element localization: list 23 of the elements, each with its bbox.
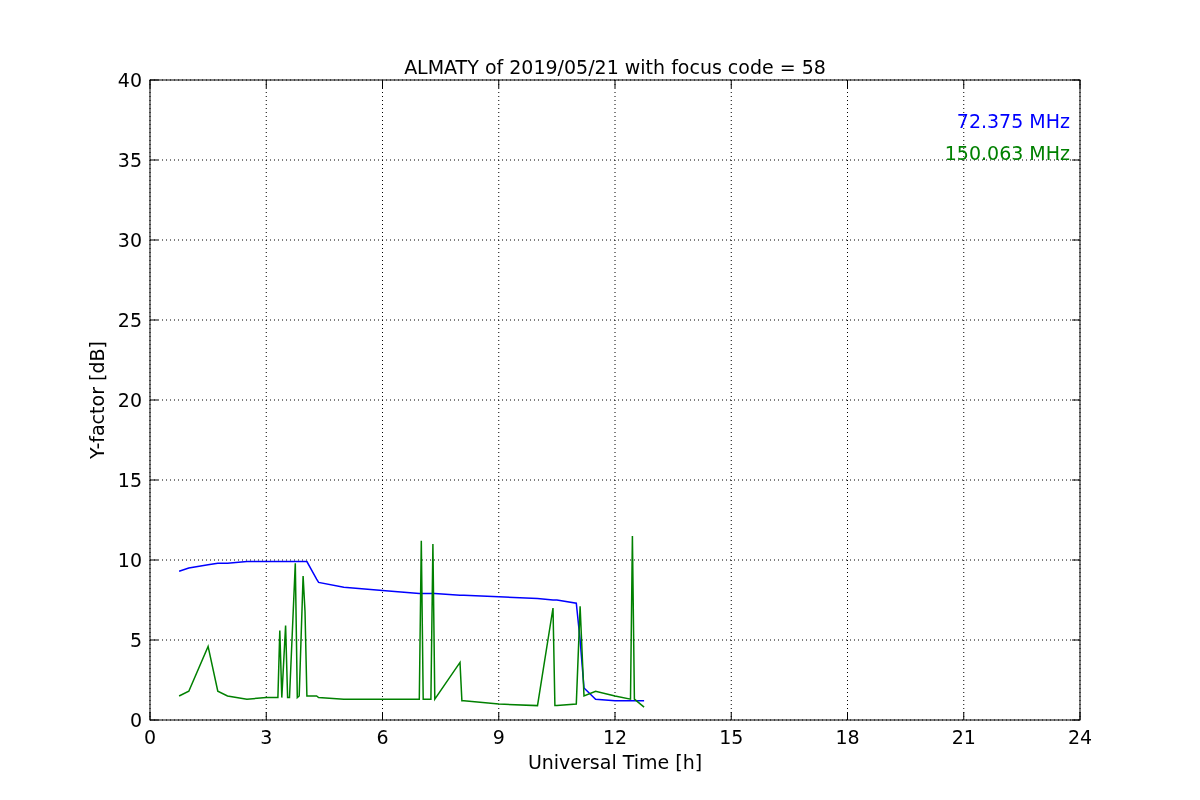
tick-label: 9 — [492, 726, 505, 748]
legend-label: 150.063 MHz — [944, 142, 1070, 164]
tick-label: 15 — [117, 469, 142, 491]
tick-label: 25 — [117, 309, 142, 331]
tick-label: 30 — [117, 229, 142, 251]
tick-label: 20 — [117, 389, 142, 411]
tick-label: 0 — [143, 726, 157, 748]
tick-label: 21 — [951, 726, 976, 748]
tick-label: 3 — [260, 726, 273, 748]
y-axis-label: Y-factor [dB] — [86, 341, 108, 459]
tick-label: 40 — [117, 69, 142, 91]
tick-label: 24 — [1067, 726, 1093, 748]
tick-label: 35 — [117, 149, 142, 171]
tick-label: 15 — [719, 726, 744, 748]
tick-label: 12 — [602, 726, 628, 748]
tick-label: 0 — [129, 709, 142, 731]
tick-label: 6 — [376, 726, 389, 748]
tick-label: 5 — [129, 629, 142, 651]
tick-label: 18 — [835, 726, 860, 748]
legend-label: 72.375 MHz — [956, 110, 1070, 132]
tick-label: 10 — [117, 549, 142, 571]
x-axis-label: Universal Time [h] — [527, 751, 703, 773]
chart-title: ALMATY of 2019/05/21 with focus code = 58 — [404, 56, 826, 78]
